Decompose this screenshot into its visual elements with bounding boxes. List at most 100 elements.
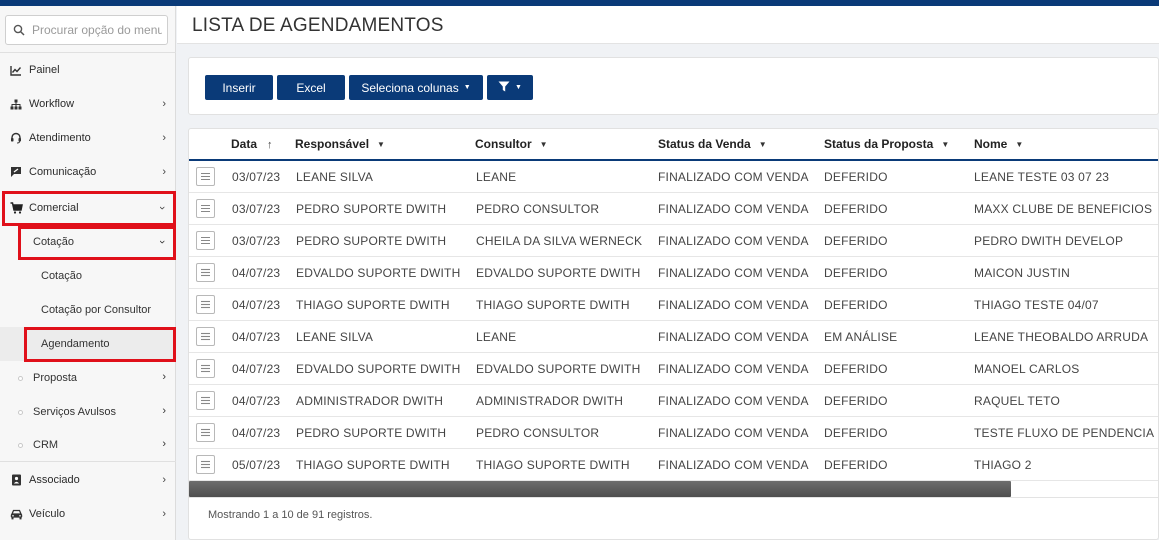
cell-data: 03/07/23: [232, 170, 281, 184]
cell-responsavel: THIAGO SUPORTE DWITH: [296, 458, 450, 472]
cell-status-proposta: DEFERIDO: [824, 362, 888, 376]
chevron-right-icon: ›: [162, 438, 166, 450]
sidebar-item-label: Comunicação: [29, 166, 97, 178]
caret-down-icon: ▼: [941, 140, 950, 150]
table-footer-divider: [189, 497, 1158, 498]
cell-data: 04/07/23: [232, 298, 281, 312]
cell-data: 04/07/23: [232, 362, 281, 376]
row-menu-icon[interactable]: [196, 359, 215, 378]
cell-consultor: EDVALDO SUPORTE DWITH: [476, 362, 641, 376]
cell-status-proposta: DEFERIDO: [824, 458, 888, 472]
toolbar-card: Inserir Excel Seleciona colunas ▼ ▼: [188, 57, 1159, 115]
column-header-status-proposta[interactable]: Status da Proposta ▼: [824, 137, 949, 151]
cell-nome: LEANE TESTE 03 07 23: [974, 170, 1110, 184]
menu-search-input[interactable]: [32, 23, 162, 37]
column-header-responsavel[interactable]: Responsável ▼: [295, 137, 385, 151]
cell-status-venda: FINALIZADO COM VENDA: [658, 330, 809, 344]
caret-down-icon: ▼: [758, 140, 767, 150]
sidebar-subsubitem-cotacao-por-consultor[interactable]: Cotação por Consultor: [0, 293, 176, 327]
sidebar-subitem-servicos-avulsos[interactable]: Serviços Avulsos ›: [0, 395, 176, 429]
cell-data: 04/07/23: [232, 330, 281, 344]
car-icon: [9, 507, 23, 521]
table-row[interactable]: 04/07/23 EDVALDO SUPORTE DWITH EDVALDO SUP…: [189, 257, 1158, 289]
insert-button[interactable]: Inserir: [205, 75, 273, 100]
cell-consultor: ADMINISTRADOR DWITH: [476, 394, 624, 408]
row-menu-icon[interactable]: [196, 391, 215, 410]
column-header-nome[interactable]: Nome ▼: [974, 137, 1023, 151]
cell-status-proposta: DEFERIDO: [824, 170, 888, 184]
cell-status-proposta: DEFERIDO: [824, 266, 888, 280]
table-row[interactable]: 04/07/23 ADMINISTRADOR DWITH ADMINISTRADOR…: [189, 385, 1158, 417]
cell-data: 04/07/23: [232, 426, 281, 440]
sort-up-arrow-icon: ↑: [267, 139, 273, 151]
cell-responsavel: PEDRO SUPORTE DWITH: [296, 202, 447, 216]
cell-status-proposta: EM ANÁLISE: [824, 330, 898, 344]
sidebar-item-associado[interactable]: Associado ›: [0, 463, 176, 497]
highlight-box-agendamento: [24, 327, 176, 362]
row-menu-icon[interactable]: [196, 423, 215, 442]
sidebar-item-label: Cotação: [41, 270, 82, 282]
table-row[interactable]: 04/07/23 THIAGO SUPORTE DWITH THIAGO SUPOR…: [189, 289, 1158, 321]
sidebar-subitem-proposta[interactable]: Proposta ›: [0, 361, 176, 395]
caret-down-icon: ▼: [539, 140, 548, 150]
cell-data: 04/07/23: [232, 266, 281, 280]
sidebar-item-label: Cotação por Consultor: [41, 304, 152, 316]
chevron-right-icon: ›: [162, 166, 166, 178]
table-row[interactable]: 03/07/23 LEANE SILVA LEANE FINALIZADO COM V…: [189, 161, 1158, 193]
sidebar-item-label: Painel: [29, 64, 60, 76]
sidebar-item-painel[interactable]: Painel: [0, 53, 176, 87]
pagination-info: Mostrando 1 a 10 de 91 registros.: [208, 509, 373, 521]
row-menu-icon[interactable]: [196, 455, 215, 474]
cell-status-venda: FINALIZADO COM VENDA: [658, 202, 809, 216]
table-row[interactable]: 04/07/23 LEANE SILVA LEANE FINALIZADO COM V…: [189, 321, 1158, 353]
headset-icon: [9, 131, 23, 145]
cell-responsavel: PEDRO SUPORTE DWITH: [296, 426, 447, 440]
row-menu-icon[interactable]: [196, 231, 215, 250]
sidebar-item-label: Serviços Avulsos: [33, 406, 116, 418]
row-menu-icon[interactable]: [196, 263, 215, 282]
select-columns-button[interactable]: Seleciona colunas ▼: [349, 75, 483, 100]
cell-nome: MAXX CLUBE DE BENEFICIOS: [974, 202, 1153, 216]
row-menu-icon[interactable]: [196, 199, 215, 218]
column-header-consultor[interactable]: Consultor ▼: [475, 137, 548, 151]
cell-nome: MANOEL CARLOS: [974, 362, 1080, 376]
cell-status-venda: FINALIZADO COM VENDA: [658, 426, 809, 440]
chevron-right-icon: ›: [162, 508, 166, 520]
cell-nome: RAQUEL TETO: [974, 394, 1061, 408]
chevron-right-icon: ›: [162, 474, 166, 486]
page-title: LISTA DE AGENDAMENTOS: [192, 15, 444, 36]
table-row[interactable]: 03/07/23 PEDRO SUPORTE DWITH CHEILA DA SIL…: [189, 225, 1158, 257]
cell-status-venda: FINALIZADO COM VENDA: [658, 362, 809, 376]
sidebar-subitem-crm[interactable]: CRM ›: [0, 428, 176, 462]
caret-down-icon: ▼: [463, 84, 471, 91]
table-row[interactable]: 04/07/23 EDVALDO SUPORTE DWITH EDVALDO SUP…: [189, 353, 1158, 385]
sidebar-item-veiculo[interactable]: Veículo ›: [0, 497, 176, 531]
table-row[interactable]: 03/07/23 PEDRO SUPORTE DWITH PEDRO CONSULT…: [189, 193, 1158, 225]
column-header-data[interactable]: Data ↑: [231, 137, 273, 151]
filter-button[interactable]: ▼: [487, 75, 533, 100]
sidebar-subsubitem-cotacao[interactable]: Cotação: [0, 259, 176, 293]
sidebar-item-comunicacao[interactable]: Comunicação ›: [0, 155, 176, 189]
sidebar-item-label: Workflow: [29, 98, 75, 110]
cell-consultor: THIAGO SUPORTE DWITH: [476, 458, 630, 472]
sidebar-item-atendimento[interactable]: Atendimento ›: [0, 121, 176, 155]
cell-status-proposta: DEFERIDO: [824, 394, 888, 408]
column-header-status-venda[interactable]: Status da Venda ▼: [658, 137, 767, 151]
cell-responsavel: ADMINISTRADOR DWITH: [296, 394, 444, 408]
excel-button[interactable]: Excel: [277, 75, 345, 100]
sidebar-item-label: Proposta: [33, 372, 78, 384]
search-icon: [6, 24, 32, 36]
cell-nome: TESTE FLUXO DE PENDENCIA: [974, 426, 1155, 440]
table-row[interactable]: 05/07/23 THIAGO SUPORTE DWITH THIAGO SUPOR…: [189, 449, 1158, 481]
caret-down-icon: ▼: [1015, 140, 1024, 150]
horizontal-scrollbar[interactable]: [189, 481, 1011, 497]
cell-status-venda: FINALIZADO COM VENDA: [658, 394, 809, 408]
schedule-table-card: Data ↑ Responsável ▼ Consultor ▼ Status da …: [188, 128, 1159, 540]
table-row[interactable]: 04/07/23 PEDRO SUPORTE DWITH PEDRO CONSULT…: [189, 417, 1158, 449]
row-menu-icon[interactable]: [196, 167, 215, 186]
sidebar-item-workflow[interactable]: Workflow ›: [0, 87, 176, 121]
cell-responsavel: EDVALDO SUPORTE DWITH: [296, 362, 461, 376]
menu-search[interactable]: [5, 15, 168, 45]
row-menu-icon[interactable]: [196, 327, 215, 346]
row-menu-icon[interactable]: [196, 295, 215, 314]
